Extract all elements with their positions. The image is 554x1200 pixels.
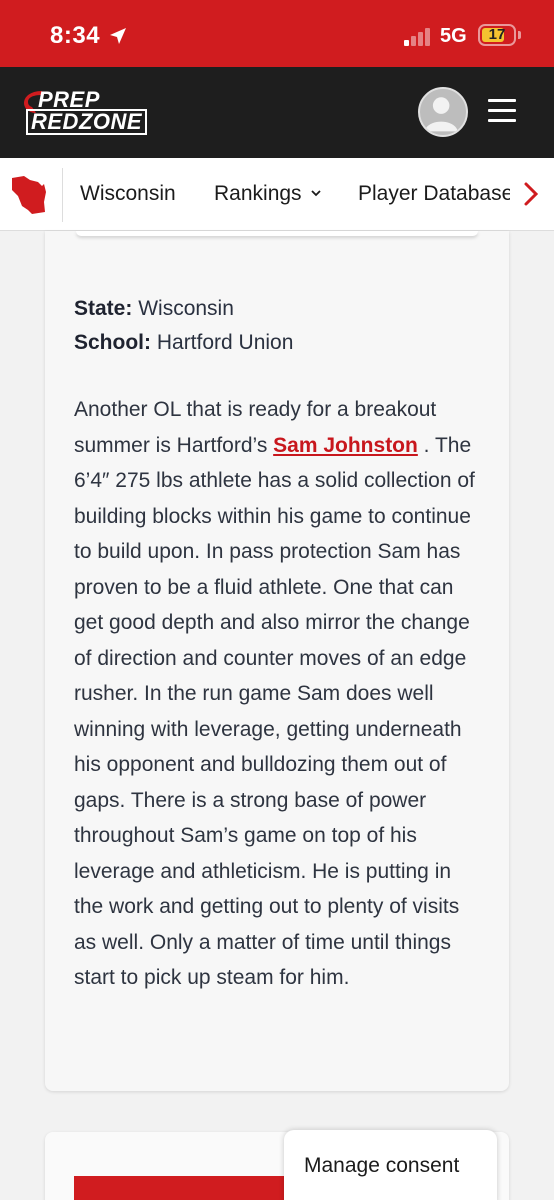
- hamburger-menu-button[interactable]: [488, 99, 516, 123]
- battery-level: 17: [488, 26, 506, 43]
- signal-icon: [404, 28, 430, 46]
- status-bar: 8:34 5G 17: [0, 0, 554, 67]
- menu-bar-icon: [488, 119, 516, 122]
- site-logo[interactable]: PREP REDZONE: [22, 87, 152, 139]
- battery-tip: [518, 31, 521, 39]
- network-type: 5G: [440, 25, 467, 47]
- school-label: School:: [74, 331, 151, 354]
- article-body: Another OL that is ready for a breakout …: [74, 392, 484, 996]
- manage-consent-label: Manage consent: [304, 1154, 460, 1177]
- nav-item-wisconsin[interactable]: Wisconsin: [80, 182, 176, 206]
- embedded-card-bottom-edge: [76, 231, 478, 236]
- player-profile-link[interactable]: Sam Johnston: [273, 434, 418, 457]
- article-text-main: . The 6’4″ 275 lbs athlete has a solid c…: [74, 433, 475, 990]
- chevron-right-icon[interactable]: [522, 180, 540, 208]
- wisconsin-state-icon[interactable]: [8, 172, 52, 218]
- state-info: State: Wisconsin: [74, 297, 234, 321]
- menu-bar-icon: [488, 99, 516, 102]
- status-time: 8:34: [50, 22, 101, 49]
- location-arrow-icon: [110, 28, 126, 44]
- menu-bar-icon: [488, 109, 516, 112]
- nav-item-player-database[interactable]: Player Database: [358, 182, 510, 210]
- school-info: School: Hartford Union: [74, 331, 293, 355]
- manage-consent-button[interactable]: Manage consent: [284, 1130, 497, 1200]
- battery-icon: 17: [478, 24, 516, 46]
- chevron-down-icon[interactable]: [310, 188, 322, 198]
- section-nav-bar: Wisconsin Rankings Player Database: [0, 158, 554, 231]
- site-header: PREP REDZONE: [0, 67, 554, 158]
- school-value: Hartford Union: [156, 331, 294, 354]
- state-label: State:: [74, 297, 133, 320]
- nav-item-rankings[interactable]: Rankings: [214, 182, 302, 206]
- nav-item-player-database-label: Player Database: [358, 182, 510, 205]
- nav-divider: [62, 168, 63, 222]
- state-value: Wisconsin: [138, 297, 234, 320]
- logo-text-redzone: REDZONE: [26, 109, 148, 135]
- user-silhouette-icon: [424, 97, 458, 132]
- user-avatar[interactable]: [418, 87, 468, 137]
